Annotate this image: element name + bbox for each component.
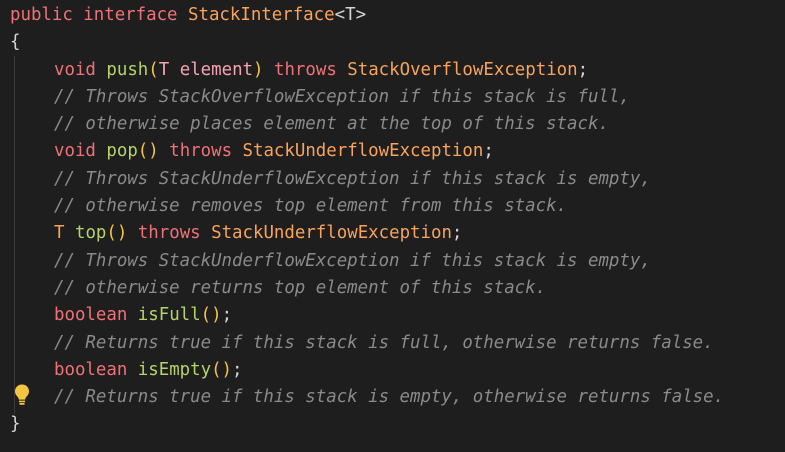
code-line-push-method: void push(T element) throws StackOverflo… (10, 57, 724, 84)
code-line-close-brace: } (10, 411, 724, 438)
code-line-open-brace: { (10, 29, 724, 56)
generic-open: < (334, 5, 346, 25)
code-line-top-method: T top() throws StackUnderflowException; (10, 220, 724, 247)
code-comment: // Returns true if this stack is full, o… (54, 332, 714, 353)
exception-name: StackUnderflowException (242, 141, 484, 162)
code-line-comment: // otherwise removes top element from th… (10, 193, 724, 220)
code-line-comment: // otherwise returns top element of this… (10, 275, 724, 302)
code-line-interface-declaration: public interface StackInterface<T> (10, 2, 724, 29)
method-name-isempty: isEmpty (137, 359, 212, 380)
code-editor[interactable]: public interface StackInterface<T> { voi… (0, 0, 785, 452)
generic-type-param: T (345, 5, 356, 25)
semicolon: ; (232, 359, 243, 380)
code-comment: // Throws StackUnderflowException if thi… (54, 250, 651, 271)
code-line-comment: // otherwise places element at the top o… (10, 111, 724, 138)
code-block: public interface StackInterface<T> { voi… (10, 2, 724, 439)
code-comment: // Throws StackOverflowException if this… (54, 86, 630, 107)
code-comment: // Returns true if this stack is empty, … (54, 387, 725, 408)
code-line-comment: // Throws StackUnderflowException if thi… (10, 248, 724, 275)
code-comment: // otherwise returns top element of this… (54, 277, 547, 298)
code-line-comment: // Returns true if this stack is empty, … (10, 384, 724, 411)
code-line-comment: // Throws StackUnderflowException if thi… (10, 166, 724, 193)
parens: () (211, 359, 233, 380)
semicolon: ; (451, 223, 463, 244)
return-type-t: T (54, 223, 65, 244)
exception-name: StackUnderflowException (211, 223, 452, 244)
keyword-throws: throws (127, 223, 212, 244)
method-name-isfull: isFull (137, 305, 201, 326)
semicolon: ; (483, 141, 494, 162)
semicolon: ; (577, 59, 589, 80)
return-type-boolean: boolean (54, 305, 128, 326)
close-brace: } (10, 414, 21, 435)
code-comment: // otherwise places element at the top o… (54, 114, 609, 135)
parens: () (200, 305, 222, 326)
paren-close: ) (253, 59, 264, 80)
exception-name: StackOverflowException (347, 59, 578, 80)
method-name-pop: pop (106, 141, 138, 162)
code-comment: // Throws StackUnderflowException if thi… (54, 168, 651, 189)
code-line-isfull-method: boolean isFull(); (10, 302, 724, 329)
parens: () (106, 223, 128, 244)
method-name-top: top (74, 223, 107, 244)
interface-name: StackInterface (188, 5, 335, 25)
code-line-comment: // Returns true if this stack is full, o… (10, 330, 724, 357)
code-line-comment: // Throws StackOverflowException if this… (10, 84, 724, 111)
param-name: element (179, 59, 254, 80)
keyword-throws: throws (263, 59, 348, 80)
semicolon: ; (221, 305, 233, 326)
return-type-void: void (54, 141, 96, 162)
param-type: T (158, 59, 170, 80)
open-brace: { (10, 32, 21, 53)
method-name-push: push (106, 59, 149, 80)
keyword-public-interface: public interface (10, 5, 188, 25)
return-type-void: void (54, 59, 96, 80)
parens: () (137, 141, 159, 162)
code-comment: // otherwise removes top element from th… (54, 196, 568, 217)
keyword-throws: throws (158, 141, 243, 162)
generic-close: > (355, 5, 367, 25)
code-line-isempty-method: boolean isEmpty(); (10, 357, 724, 384)
code-line-pop-method: void pop() throws StackUnderflowExceptio… (10, 138, 724, 165)
return-type-boolean: boolean (54, 359, 128, 380)
paren-open: ( (148, 59, 159, 80)
